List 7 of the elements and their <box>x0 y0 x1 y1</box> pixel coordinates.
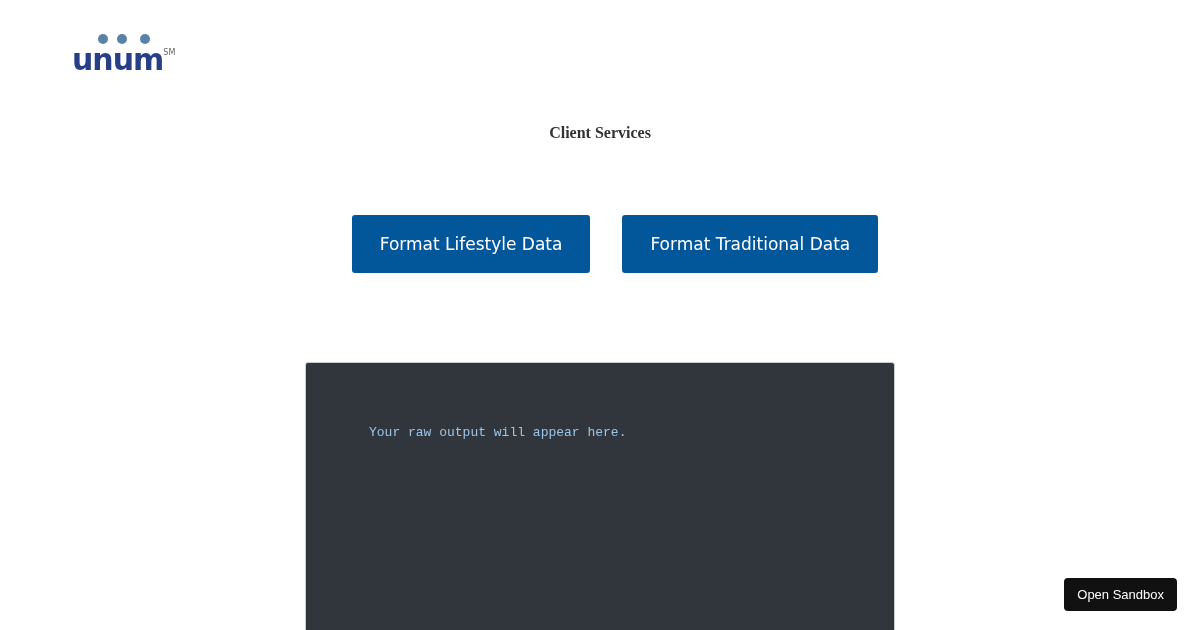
format-button[interactable]: Format Traditional Data <box>622 215 879 273</box>
output-field[interactable]: Your raw output will appear here. <box>305 362 895 630</box>
open-sandbox-button[interactable]: Open Sandbox <box>1064 578 1177 611</box>
dots-icon <box>97 33 151 45</box>
output-placeholder: Your raw output will appear here. <box>369 425 628 440</box>
page-title: Client Services <box>548 123 652 143</box>
format-button[interactable]: Format Lifestyle Data <box>351 215 591 273</box>
